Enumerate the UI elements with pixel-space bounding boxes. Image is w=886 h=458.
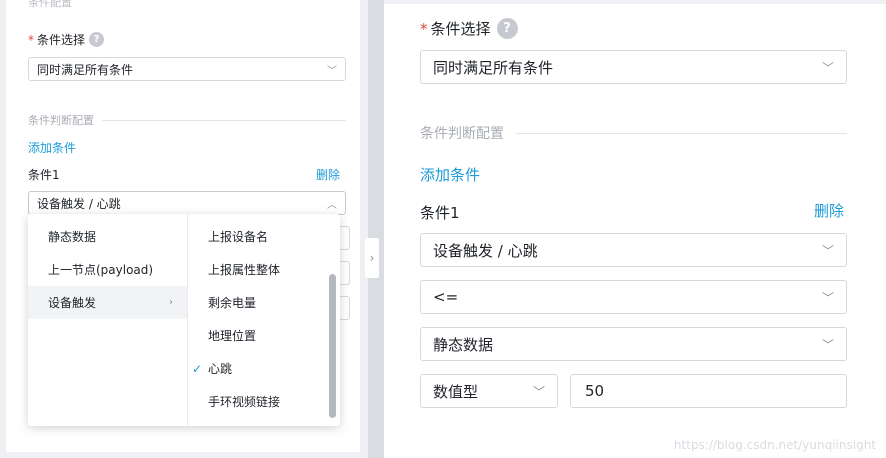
cascader-level2: 上报设备名 上报属性整体 剩余电量 地理位置 ✓ 心跳 手环视频链接	[188, 214, 340, 426]
option-label: 地理位置	[208, 329, 257, 343]
cascader-scrollbar[interactable]	[329, 274, 336, 418]
judge-section-title: 条件判断配置	[28, 114, 94, 127]
cascader-option-video-link[interactable]: 手环视频链接	[188, 385, 340, 418]
cascader-option-device-name[interactable]: 上报设备名	[188, 220, 340, 253]
option-label: 手环视频链接	[208, 395, 281, 409]
cascader-option-prev-node[interactable]: 上一节点(payload)	[28, 253, 187, 286]
top-section-title: 条件配置	[28, 0, 72, 9]
panel-splitter[interactable]	[368, 0, 384, 458]
judge-section-header: 条件判断配置	[420, 123, 847, 143]
delete-condition-link[interactable]: 删除	[316, 166, 340, 183]
judge-section-header: 条件判断配置	[28, 112, 346, 128]
cascader-option-location[interactable]: 地理位置	[188, 319, 340, 352]
option-label: 设备触发	[48, 296, 97, 310]
option-label: 心跳	[208, 362, 233, 376]
add-condition-link[interactable]: 添加条件	[28, 139, 76, 156]
option-label: 上报属性整体	[208, 263, 281, 277]
delete-condition-link[interactable]: 删除	[814, 200, 844, 221]
judge-section-title: 条件判断配置	[420, 126, 504, 142]
operator-select-value: <=	[433, 288, 459, 306]
trigger-select[interactable]: 设备触发 / 心跳 ﹀	[420, 233, 847, 267]
condition-select-label-text: 条件选择	[37, 33, 86, 47]
chevron-down-icon: ﹀	[327, 65, 337, 77]
condition-select[interactable]: 同时满足所有条件 ﹀	[420, 50, 847, 84]
trigger-cascader-dropdown: 静态数据 上一节点(payload) 设备触发 › 上报设备名 上报属性整体 剩…	[28, 214, 340, 426]
check-icon: ✓	[192, 361, 203, 376]
chevron-down-icon: ﹀	[821, 337, 834, 352]
chevron-up-icon: ︿	[327, 199, 337, 211]
option-label: 上报设备名	[208, 230, 269, 244]
operator-select[interactable]: <= ﹀	[420, 280, 847, 314]
add-condition-link[interactable]: 添加条件	[420, 164, 480, 185]
chevron-right-icon: ›	[169, 297, 173, 308]
trigger-select-value: 设备触发 / 心跳	[433, 241, 538, 260]
chevron-down-icon: ﹀	[821, 243, 834, 258]
cascader-option-battery[interactable]: 剩余电量	[188, 286, 340, 319]
condition-select[interactable]: 同时满足所有条件 ﹀	[28, 57, 346, 81]
cascader-option-device-trigger[interactable]: 设备触发 ›	[28, 286, 187, 319]
chevron-right-icon[interactable]: ›	[365, 238, 379, 278]
chevron-down-icon: ﹀	[532, 384, 545, 399]
condition-select-label: * 条件选择 ?	[28, 31, 105, 48]
cascader-option-heartbeat[interactable]: ✓ 心跳	[188, 352, 340, 385]
watermark: https://blog.csdn.net/yunqiinsight	[673, 438, 876, 452]
divider	[102, 119, 346, 121]
cascader-option-static[interactable]: 静态数据	[28, 220, 187, 253]
chevron-down-icon: ﹀	[821, 290, 834, 305]
source-select[interactable]: 静态数据 ﹀	[420, 327, 847, 361]
condition-select-value: 同时满足所有条件	[433, 58, 554, 77]
help-circle-icon[interactable]: ?	[89, 32, 105, 47]
cascader-level1: 静态数据 上一节点(payload) 设备触发 ›	[28, 214, 188, 426]
threshold-value-input[interactable]: 50	[570, 374, 847, 408]
right-config-panel: * 条件选择 ? 同时满足所有条件 ﹀ 条件判断配置 添加条件 条件1 删除 设…	[384, 4, 886, 458]
threshold-value: 50	[585, 382, 605, 400]
condition-select-label: * 条件选择 ?	[420, 18, 518, 39]
trigger-cascader-select[interactable]: 设备触发 / 心跳 ︿	[28, 191, 346, 215]
chevron-down-icon: ﹀	[821, 60, 834, 75]
condition-title: 条件1	[28, 168, 60, 182]
option-label: 静态数据	[48, 230, 97, 244]
condition-select-value: 同时满足所有条件	[37, 62, 134, 77]
value-type-value: 数值型	[433, 382, 479, 401]
option-label: 上一节点(payload)	[48, 263, 154, 277]
option-label: 剩余电量	[208, 296, 257, 310]
value-type-select[interactable]: 数值型 ﹀	[420, 374, 558, 408]
required-marker: *	[28, 32, 34, 47]
source-select-value: 静态数据	[433, 335, 494, 354]
trigger-select-value: 设备触发 / 心跳	[37, 196, 121, 211]
required-marker: *	[420, 19, 428, 38]
divider	[516, 132, 847, 134]
cascader-option-attr-whole[interactable]: 上报属性整体	[188, 253, 340, 286]
condition-select-label-text: 条件选择	[430, 20, 491, 38]
help-circle-icon[interactable]: ?	[496, 18, 518, 39]
condition-title: 条件1	[420, 204, 460, 222]
